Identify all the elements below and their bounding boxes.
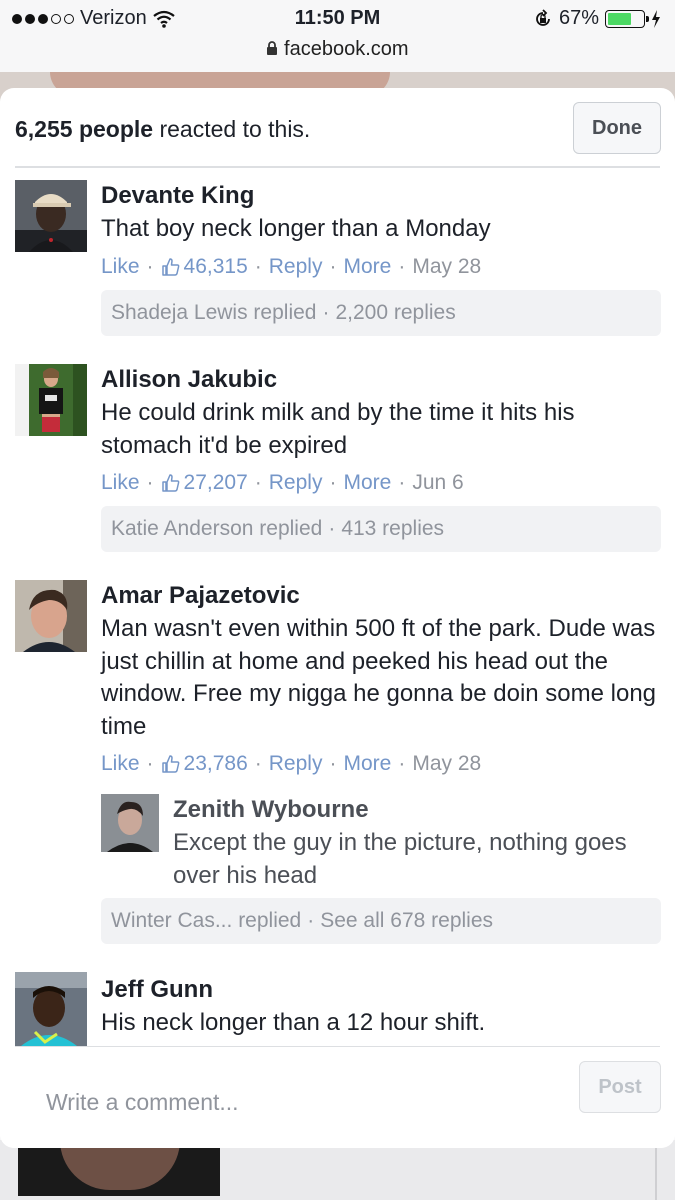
like-count[interactable]: 27,207 bbox=[184, 471, 248, 495]
comment-input[interactable] bbox=[46, 1083, 556, 1121]
replies-summary[interactable]: Winter Cas... replied · See all 678 repl… bbox=[101, 898, 661, 944]
separator: · bbox=[146, 255, 154, 278]
separator: · bbox=[322, 301, 330, 324]
replies-count: See all 678 replies bbox=[320, 909, 494, 932]
replies-summary[interactable]: Shadeja Lewis replied · 2,200 replies bbox=[101, 290, 661, 336]
comment-actions: Like · 23,786 · Reply · More · May 28 bbox=[101, 752, 481, 776]
separator: · bbox=[398, 471, 406, 494]
reply-author[interactable]: Zenith Wybourne bbox=[173, 796, 369, 824]
more-link[interactable]: More bbox=[343, 255, 391, 279]
separator: · bbox=[329, 752, 337, 775]
separator: · bbox=[254, 471, 262, 494]
like-link[interactable]: Like bbox=[101, 255, 140, 279]
reply-text: Except the guy in the picture, nothing g… bbox=[173, 829, 627, 889]
reply-link[interactable]: Reply bbox=[269, 471, 323, 495]
avatar[interactable] bbox=[15, 580, 87, 652]
like-link[interactable]: Like bbox=[101, 471, 140, 495]
reply-link[interactable]: Reply bbox=[269, 255, 323, 279]
replies-summary[interactable]: Katie Anderson replied · 413 replies bbox=[101, 506, 661, 552]
avatar[interactable] bbox=[15, 180, 87, 252]
comment-date[interactable]: Jun 6 bbox=[412, 471, 463, 495]
rotation-lock-icon bbox=[536, 8, 550, 26]
replies-author: Katie Anderson replied bbox=[111, 517, 323, 540]
comments-modal: 6,255 people reacted to this. Done Devan… bbox=[0, 88, 675, 1148]
comment-author[interactable]: Amar Pajazetovic bbox=[101, 582, 300, 610]
replies-author: Shadeja Lewis replied bbox=[111, 301, 317, 324]
replies-count: 413 replies bbox=[341, 517, 445, 540]
comment-actions: Like · 27,207 · Reply · More · Jun 6 bbox=[101, 471, 464, 495]
like-count[interactable]: 23,786 bbox=[184, 752, 248, 776]
reply-avatar[interactable] bbox=[101, 794, 159, 852]
reactions-count: 6,255 people bbox=[15, 116, 154, 142]
thumbs-up-icon bbox=[161, 258, 179, 276]
comment-text: That boy neck longer than a Monday bbox=[101, 215, 491, 242]
comment-text: He could drink milk and by the time it h… bbox=[101, 399, 575, 459]
modal-header: 6,255 people reacted to this. Done bbox=[0, 88, 675, 168]
background-divider bbox=[655, 1140, 657, 1200]
separator: · bbox=[398, 255, 406, 278]
comment-date[interactable]: May 28 bbox=[412, 752, 481, 776]
charging-icon bbox=[652, 9, 660, 28]
more-link[interactable]: More bbox=[343, 752, 391, 776]
comment-author[interactable]: Devante King bbox=[101, 182, 254, 210]
battery-icon bbox=[605, 9, 649, 28]
separator: · bbox=[329, 255, 337, 278]
separator: · bbox=[254, 255, 262, 278]
address-bar[interactable]: facebook.com bbox=[0, 38, 675, 61]
battery-percent: 67% bbox=[558, 7, 599, 29]
status-bar: Verizon 11:50 PM 67% facebook.com bbox=[0, 0, 675, 72]
separator: · bbox=[398, 752, 406, 775]
separator: · bbox=[146, 471, 154, 494]
like-count[interactable]: 46,315 bbox=[184, 255, 248, 279]
reactions-suffix: reacted to this. bbox=[153, 116, 311, 142]
comment-actions: Like · 46,315 · Reply · More · May 28 bbox=[101, 255, 481, 279]
header-divider bbox=[15, 166, 660, 168]
url-text: facebook.com bbox=[284, 38, 409, 60]
separator: · bbox=[254, 752, 262, 775]
reactions-summary[interactable]: 6,255 people reacted to this. bbox=[15, 116, 310, 143]
done-button[interactable]: Done bbox=[573, 102, 661, 154]
comment-text: His neck longer than a 12 hour shift. bbox=[101, 1009, 486, 1036]
separator: · bbox=[329, 471, 337, 494]
comment-author[interactable]: Jeff Gunn bbox=[101, 976, 213, 1004]
avatar[interactable] bbox=[15, 364, 87, 436]
like-link[interactable]: Like bbox=[101, 752, 140, 776]
separator: · bbox=[307, 909, 315, 932]
comment-date[interactable]: May 28 bbox=[412, 255, 481, 279]
lock-icon bbox=[267, 41, 278, 55]
thumbs-up-icon bbox=[161, 474, 179, 492]
separator: · bbox=[146, 752, 154, 775]
avatar[interactable] bbox=[15, 972, 87, 1046]
replies-author: Winter Cas... replied bbox=[111, 909, 302, 932]
separator: · bbox=[328, 517, 336, 540]
status-right: 67% bbox=[533, 7, 661, 30]
replies-count: 2,200 replies bbox=[335, 301, 456, 324]
comment-author[interactable]: Allison Jakubic bbox=[101, 366, 277, 394]
thumbs-up-icon bbox=[161, 755, 179, 773]
reply-link[interactable]: Reply bbox=[269, 752, 323, 776]
comment-text: Man wasn't even within 500 ft of the par… bbox=[101, 615, 657, 740]
more-link[interactable]: More bbox=[343, 471, 391, 495]
comment-composer: Post bbox=[0, 1047, 675, 1148]
post-button[interactable]: Post bbox=[579, 1061, 661, 1113]
